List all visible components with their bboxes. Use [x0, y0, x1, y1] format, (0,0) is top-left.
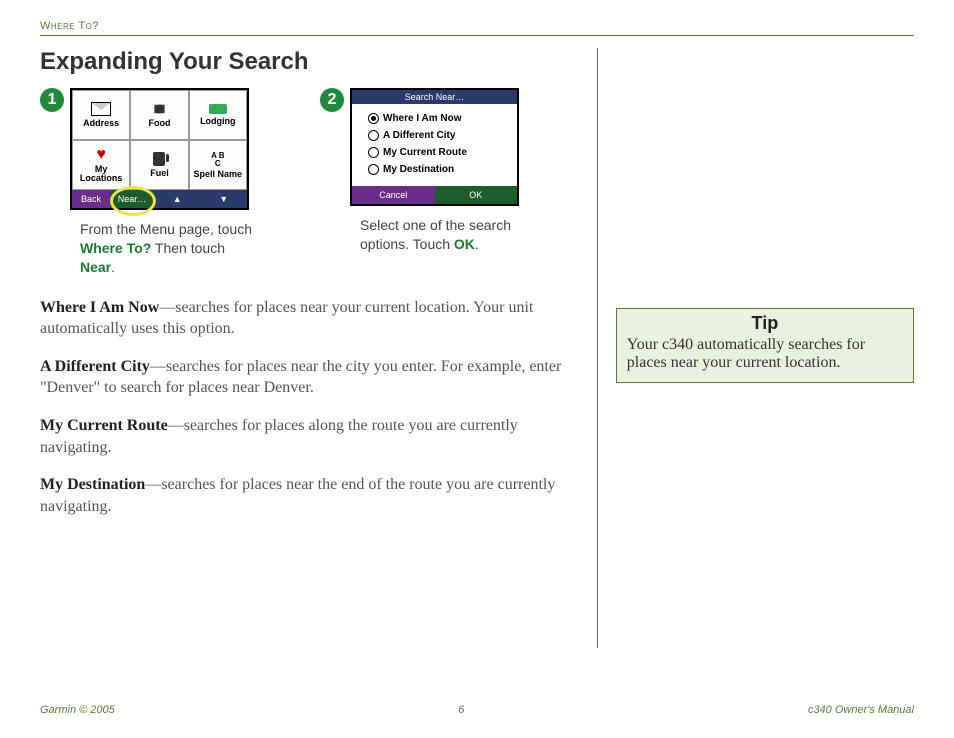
- caption-text: .: [111, 259, 115, 275]
- cell-label: Spell Name: [194, 170, 243, 179]
- back-button[interactable]: Back: [72, 190, 110, 208]
- menu-cell-lodging[interactable]: Lodging: [189, 90, 247, 140]
- menu-cell-my-locations[interactable]: ♥ My Locations: [72, 140, 130, 190]
- footer-manual-name: c340 Owner's Manual: [808, 704, 914, 716]
- definition-a-different-city: A Different City—searches for places nea…: [40, 356, 579, 399]
- arrow-up-icon: ▲: [173, 194, 182, 204]
- tip-text: Your c340 automatically searches for pla…: [627, 336, 903, 372]
- keyword-ok: OK: [454, 236, 475, 252]
- radio-unselected-icon: [368, 147, 379, 158]
- cell-label: Food: [148, 118, 170, 128]
- content-columns: Expanding Your Search 1 Address: [40, 48, 914, 648]
- cancel-button[interactable]: Cancel: [352, 186, 435, 204]
- caption-text: Then touch: [151, 240, 225, 256]
- radio-label: Where I Am Now: [383, 113, 462, 124]
- radio-unselected-icon: [368, 130, 379, 141]
- radio-different-city[interactable]: A Different City: [368, 127, 509, 144]
- radio-label: My Destination: [383, 164, 454, 175]
- term: My Destination: [40, 476, 145, 493]
- radio-label: A Different City: [383, 130, 455, 141]
- envelope-icon: [91, 102, 111, 116]
- menu-cell-food[interactable]: Food: [130, 90, 188, 140]
- right-column: Tip Your c340 automatically searches for…: [598, 48, 914, 648]
- cell-label: Address: [83, 118, 119, 128]
- radio-unselected-icon: [368, 164, 379, 175]
- abc-blocks-icon: A BC: [211, 152, 224, 168]
- bed-icon: [209, 104, 227, 114]
- step-2-caption: Select one of the search options. Touch …: [320, 216, 540, 254]
- step-number-2: 2: [320, 88, 344, 112]
- screenshot-menu-grid: Address Food Lodging: [70, 88, 249, 210]
- footer-page-number: 6: [458, 704, 464, 716]
- screenshot-search-near: Search Near… Where I Am Now A Different …: [350, 88, 519, 206]
- steps-row: 1 Address Food: [40, 88, 579, 277]
- step-1: 1 Address Food: [40, 88, 260, 277]
- fuel-pump-icon: [153, 152, 165, 166]
- step-2: 2 Search Near… Where I Am Now A D: [320, 88, 540, 277]
- near-label: Near…: [118, 194, 147, 204]
- menu-cell-spell-name[interactable]: A BC Spell Name: [189, 140, 247, 190]
- menu-cell-fuel[interactable]: Fuel: [130, 140, 188, 190]
- near-button[interactable]: Near…: [110, 190, 154, 208]
- fork-knife-icon: [157, 105, 162, 113]
- left-column: Expanding Your Search 1 Address: [40, 48, 598, 648]
- cell-label: Fuel: [150, 168, 169, 178]
- keyword-where-to: Where To?: [80, 240, 151, 256]
- menu-cell-address[interactable]: Address: [72, 90, 130, 140]
- caption-text: Select one of the search options. Touch: [360, 217, 511, 252]
- step-number-1: 1: [40, 88, 64, 112]
- tip-title: Tip: [627, 313, 903, 334]
- page-footer: Garmin © 2005 6 c340 Owner's Manual: [40, 704, 914, 716]
- term: A Different City: [40, 358, 150, 375]
- radio-where-i-am-now[interactable]: Where I Am Now: [368, 110, 509, 127]
- keyword-near: Near: [80, 259, 111, 275]
- page-title: Expanding Your Search: [40, 48, 579, 76]
- arrow-down-icon: ▼: [219, 194, 228, 204]
- definition-my-destination: My Destination—searches for places near …: [40, 474, 579, 517]
- manual-page: Where To? Expanding Your Search 1 Addres…: [0, 0, 954, 738]
- definition-where-i-am-now: Where I Am Now—searches for places near …: [40, 297, 579, 340]
- step-1-caption: From the Menu page, touch Where To? Then…: [40, 220, 260, 277]
- radio-current-route[interactable]: My Current Route: [368, 144, 509, 161]
- definition-my-current-route: My Current Route—searches for places alo…: [40, 415, 579, 458]
- heart-icon: ♥: [96, 147, 106, 163]
- caption-text: From the Menu page, touch: [80, 221, 252, 237]
- tip-box: Tip Your c340 automatically searches for…: [616, 308, 914, 383]
- radio-my-destination[interactable]: My Destination: [368, 161, 509, 178]
- term: Where I Am Now: [40, 299, 159, 316]
- radio-selected-icon: [368, 113, 379, 124]
- radio-label: My Current Route: [383, 147, 467, 158]
- dialog-title: Search Near…: [352, 90, 517, 104]
- caption-text: .: [475, 236, 479, 252]
- term: My Current Route: [40, 417, 168, 434]
- cell-label: My Locations: [73, 165, 129, 183]
- cell-label: Lodging: [200, 116, 236, 126]
- scroll-arrows[interactable]: ▲ ▼: [154, 190, 247, 208]
- ok-button[interactable]: OK: [435, 186, 518, 204]
- footer-copyright: Garmin © 2005: [40, 704, 115, 716]
- section-header: Where To?: [40, 20, 914, 36]
